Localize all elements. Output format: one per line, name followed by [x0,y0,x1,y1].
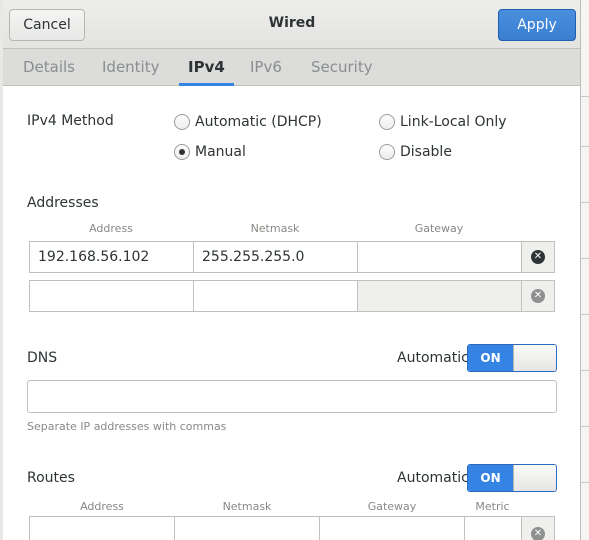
delete-address-button[interactable]: ✕ [521,280,555,312]
gateway-field[interactable] [357,280,522,312]
address-field[interactable]: 192.168.56.102 [29,241,194,273]
switch-on-label: ON [468,345,513,371]
tab-details[interactable]: Details [14,49,84,85]
background-divider [581,96,589,97]
routes-automatic-switch[interactable]: ON [467,464,557,492]
background-divider [581,314,589,315]
column-header-address: Address [89,222,133,235]
screen: Cancel Wired Apply Details Identity IPv4… [0,0,589,540]
radio-label: Disable [400,144,452,160]
route-address-field[interactable] [29,516,175,540]
gateway-field[interactable] [357,241,522,273]
radio-automatic-dhcp[interactable]: Automatic (DHCP) [174,112,322,132]
dialog-title: Wired [268,15,316,31]
column-header-gateway: Gateway [367,500,417,513]
route-metric-field[interactable] [464,516,522,540]
column-header-gateway: Gateway [414,222,464,235]
background-window-right [580,0,589,540]
dns-hint: Separate IP addresses with commas [27,420,227,433]
background-divider [581,482,589,483]
netmask-field[interactable] [193,280,358,312]
edit-clear-icon: ✕ [531,250,545,264]
network-settings-dialog: Cancel Wired Apply Details Identity IPv4… [3,0,581,540]
tab-security[interactable]: Security [302,49,382,85]
column-header-metric: Metric [475,500,510,513]
dns-servers-input[interactable] [27,380,557,413]
radio-manual[interactable]: Manual [174,142,246,162]
background-divider [581,426,589,427]
apply-button[interactable]: Apply [498,9,576,41]
dns-heading: DNS [27,350,58,366]
delete-address-button[interactable]: ✕ [521,241,555,273]
ipv4-method-label: IPv4 Method [27,113,114,129]
column-header-netmask: Netmask [250,222,300,235]
radio-disable[interactable]: Disable [379,142,452,162]
tab-ipv6[interactable]: IPv6 [241,49,291,85]
radio-button-selected[interactable] [174,144,190,160]
dns-automatic-switch[interactable]: ON [467,344,557,372]
column-header-address: Address [80,500,124,513]
radio-label: Automatic (DHCP) [195,114,322,130]
radio-label: Manual [195,144,246,160]
background-divider [581,146,589,147]
radio-button[interactable] [379,114,395,130]
netmask-field[interactable]: 255.255.255.0 [193,241,358,273]
column-header-netmask: Netmask [222,500,272,513]
tab-identity[interactable]: Identity [93,49,169,85]
radio-button[interactable] [379,144,395,160]
background-divider [581,370,589,371]
switch-knob[interactable] [513,345,556,371]
tab-ipv4[interactable]: IPv4 [179,49,234,86]
dns-automatic-label: Automatic [397,350,469,366]
edit-clear-icon: ✕ [531,527,545,540]
background-divider [581,258,589,259]
header-bar: Cancel Wired Apply [3,0,580,49]
radio-button[interactable] [174,114,190,130]
routes-heading: Routes [27,470,75,486]
edit-clear-icon: ✕ [531,289,545,303]
address-field[interactable] [29,280,194,312]
addresses-heading: Addresses [27,195,99,211]
switch-on-label: ON [468,465,513,491]
delete-route-button[interactable]: ✕ [521,516,555,540]
switch-knob[interactable] [513,465,556,491]
route-netmask-field[interactable] [174,516,320,540]
radio-link-local-only[interactable]: Link-Local Only [379,112,507,132]
route-gateway-field[interactable] [319,516,465,540]
radio-label: Link-Local Only [400,114,507,130]
background-divider [581,202,589,203]
routes-automatic-label: Automatic [397,470,469,486]
tab-bar: Details Identity IPv4 IPv6 Security [3,49,580,86]
